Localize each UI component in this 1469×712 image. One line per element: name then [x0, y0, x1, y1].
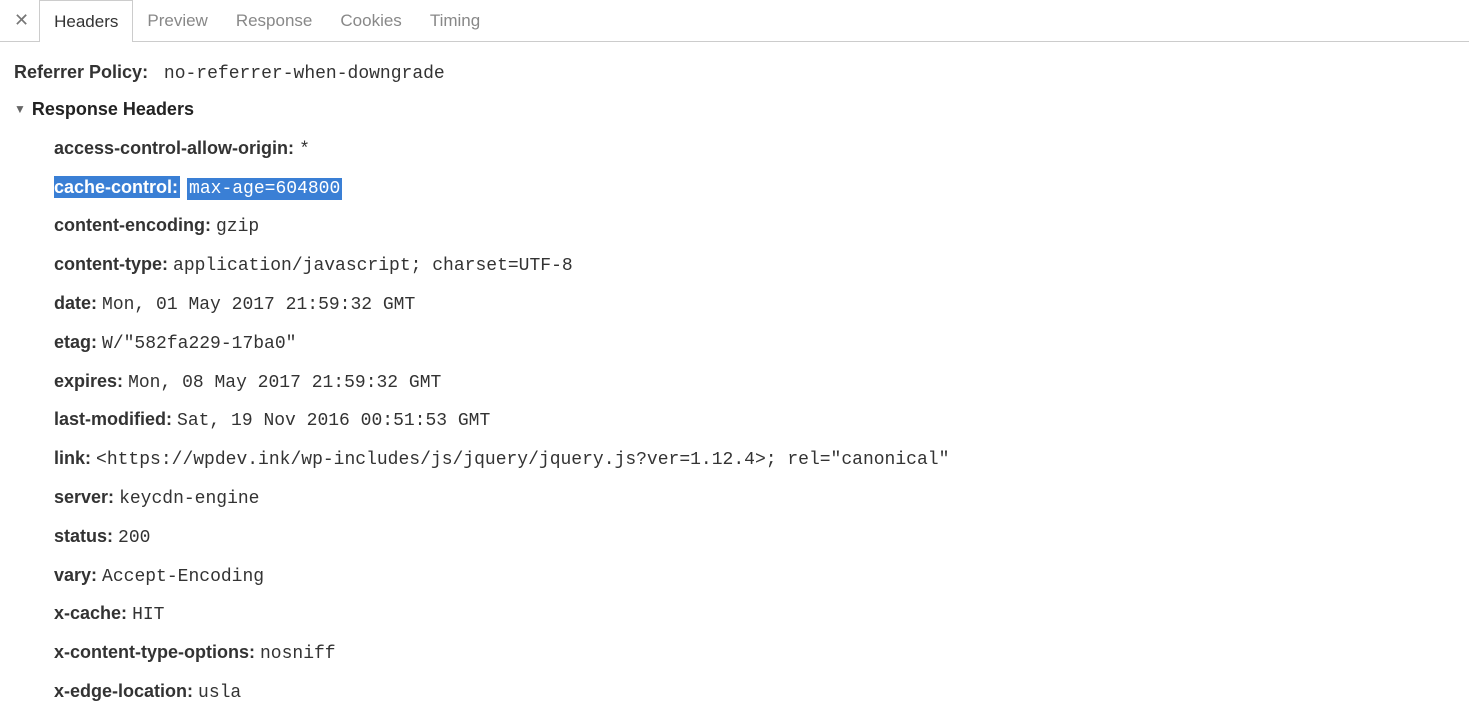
general-row-referrer-policy: Referrer Policy: no-referrer-when-downgr…: [14, 54, 1469, 93]
tabs: Headers Preview Response Cookies Timing: [39, 0, 494, 41]
header-key: x-edge-location:: [54, 681, 193, 701]
header-row: last-modified: Sat, 19 Nov 2016 00:51:53…: [54, 401, 1469, 440]
header-value: <https://wpdev.ink/wp-includes/js/jquery…: [96, 450, 949, 470]
tab-response[interactable]: Response: [222, 0, 327, 41]
header-row: vary: Accept-Encoding: [54, 557, 1469, 596]
header-row: link: <https://wpdev.ink/wp-includes/js/…: [54, 440, 1469, 479]
header-value: nosniff: [260, 644, 336, 664]
header-row: expires: Mon, 08 May 2017 21:59:32 GMT: [54, 363, 1469, 402]
header-value: HIT: [132, 605, 164, 625]
header-row: content-encoding: gzip: [54, 207, 1469, 246]
header-key: expires:: [54, 371, 123, 391]
header-row: x-content-type-options: nosniff: [54, 634, 1469, 673]
header-key: server:: [54, 487, 114, 507]
triangle-down-icon: ▼: [14, 102, 26, 116]
header-key: x-content-type-options:: [54, 642, 255, 662]
section-title: Response Headers: [32, 99, 194, 120]
tab-cookies[interactable]: Cookies: [326, 0, 415, 41]
header-key: Referrer Policy:: [14, 62, 148, 82]
header-value: gzip: [216, 217, 259, 237]
tab-bar: ✕ Headers Preview Response Cookies Timin…: [0, 0, 1469, 42]
header-value: max-age=604800: [187, 178, 342, 200]
header-value: keycdn-engine: [119, 489, 259, 509]
header-row: etag: W/"582fa229-17ba0": [54, 324, 1469, 363]
header-row: x-edge-location: usla: [54, 673, 1469, 712]
header-value: Accept-Encoding: [102, 567, 264, 587]
tab-headers[interactable]: Headers: [39, 0, 133, 42]
header-key: link:: [54, 448, 91, 468]
section-response-headers[interactable]: ▼ Response Headers: [14, 93, 1469, 130]
header-row: status: 200: [54, 518, 1469, 557]
tab-preview[interactable]: Preview: [133, 0, 221, 41]
header-value: application/javascript; charset=UTF-8: [173, 256, 573, 276]
header-value: 200: [118, 528, 150, 548]
header-row: content-type: application/javascript; ch…: [54, 246, 1469, 285]
header-value: *: [299, 140, 310, 160]
header-value: Mon, 08 May 2017 21:59:32 GMT: [128, 373, 441, 393]
header-row: server: keycdn-engine: [54, 479, 1469, 518]
response-headers-list: access-control-allow-origin: *cache-cont…: [14, 130, 1469, 712]
header-key: status:: [54, 526, 113, 546]
header-key: content-type:: [54, 254, 168, 274]
header-key: vary:: [54, 565, 97, 585]
close-icon[interactable]: ✕: [8, 0, 39, 41]
header-row: x-cache: HIT: [54, 595, 1469, 634]
header-row: date: Mon, 01 May 2017 21:59:32 GMT: [54, 285, 1469, 324]
header-key: content-encoding:: [54, 215, 211, 235]
header-key: access-control-allow-origin:: [54, 138, 294, 158]
header-value: no-referrer-when-downgrade: [164, 64, 445, 84]
header-row: cache-control: max-age=604800: [54, 169, 1469, 208]
tab-timing[interactable]: Timing: [416, 0, 494, 41]
header-key: last-modified:: [54, 409, 172, 429]
header-row: access-control-allow-origin: *: [54, 130, 1469, 169]
header-value: usla: [198, 683, 241, 703]
header-key: cache-control:: [54, 176, 180, 198]
header-key: etag:: [54, 332, 97, 352]
header-value: [153, 64, 164, 84]
header-value: Mon, 01 May 2017 21:59:32 GMT: [102, 295, 415, 315]
header-value: W/"582fa229-17ba0": [102, 334, 296, 354]
header-key: x-cache:: [54, 603, 127, 623]
header-value: Sat, 19 Nov 2016 00:51:53 GMT: [177, 411, 490, 431]
header-key: date:: [54, 293, 97, 313]
headers-panel: Referrer Policy: no-referrer-when-downgr…: [0, 42, 1469, 712]
